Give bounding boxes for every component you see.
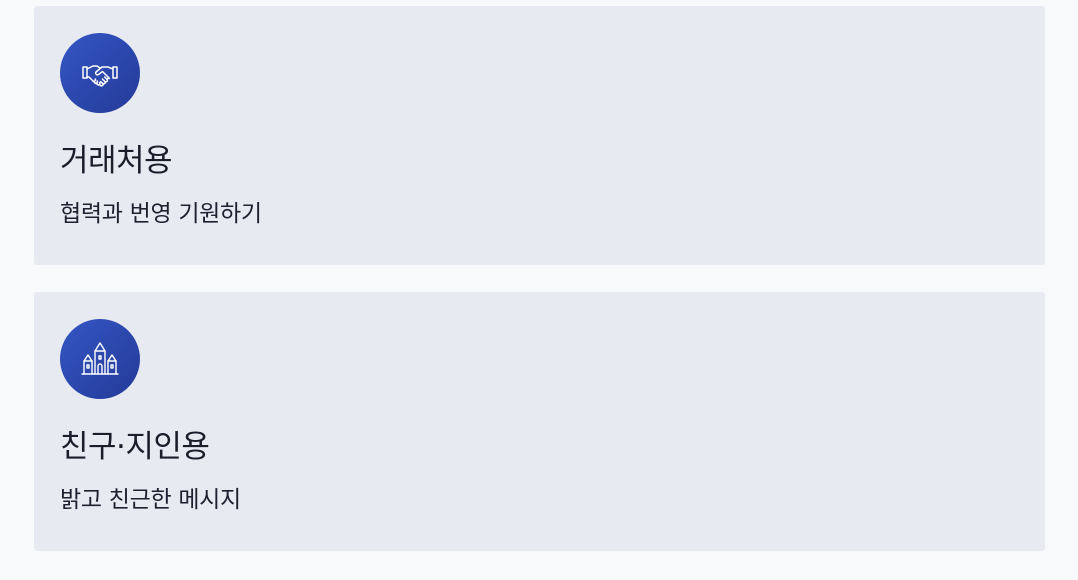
card-title: 친구·지인용 [60, 429, 210, 465]
castle-icon [81, 342, 119, 375]
icon-badge [60, 319, 140, 399]
category-card-business[interactable]: 거래처용 협력과 번영 기원하기 [34, 6, 1045, 265]
handshake-icon [82, 65, 118, 87]
category-card-friends[interactable]: 친구·지인용 밝고 친근한 메시지 [34, 292, 1045, 551]
card-subtitle: 협력과 번영 기원하기 [60, 201, 262, 227]
card-title: 거래처용 [60, 143, 173, 179]
category-list: 거래처용 협력과 번영 기원하기 친구·지인용 밝고 친근한 메시지 [34, 6, 1045, 578]
icon-badge [60, 33, 140, 113]
card-subtitle: 밝고 친근한 메시지 [60, 487, 241, 513]
